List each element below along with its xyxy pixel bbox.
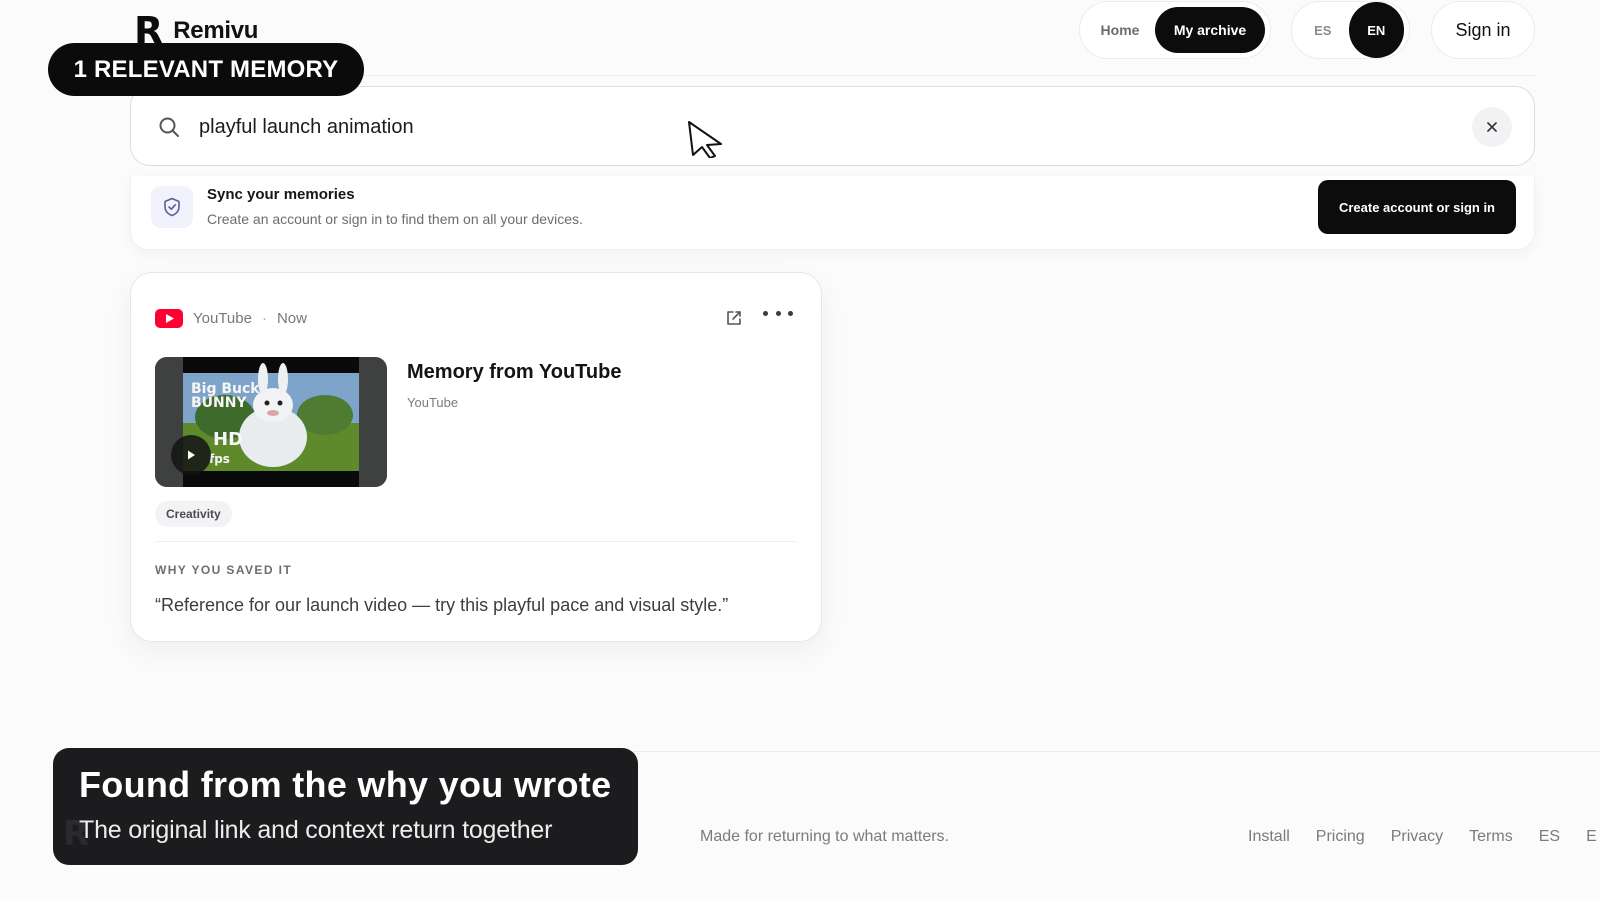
why-label: WHY YOU SAVED IT: [155, 563, 293, 577]
why-text: “Reference for our launch video — try th…: [155, 595, 729, 615]
language-switcher: ES EN: [1291, 1, 1410, 59]
card-source: YouTube: [193, 310, 252, 327]
footer-link-privacy[interactable]: Privacy: [1391, 828, 1443, 846]
play-button[interactable]: [171, 435, 211, 475]
sync-subtitle: Create an account or sign in to find the…: [207, 211, 583, 227]
footer-link-terms[interactable]: Terms: [1469, 828, 1513, 846]
nav-home[interactable]: Home: [1085, 7, 1155, 53]
search-bar: [130, 86, 1535, 166]
sync-banner: Sync your memories Create an account or …: [130, 176, 1535, 250]
card-divider: [155, 541, 797, 542]
play-icon: [188, 450, 195, 460]
tag-creativity[interactable]: Creativity: [155, 501, 232, 527]
footer-link-es[interactable]: ES: [1539, 828, 1560, 846]
thumbnail-title-2: BUNNY: [191, 395, 247, 411]
mouse-cursor-icon: [688, 121, 722, 158]
external-link-icon[interactable]: [725, 309, 743, 327]
footer-tagline: Made for returning to what matters.: [700, 828, 949, 845]
footer-link-install[interactable]: Install: [1248, 828, 1290, 846]
nav-my-archive[interactable]: My archive: [1155, 7, 1265, 53]
caption-title: Found from the why you wrote: [79, 764, 612, 805]
memory-title[interactable]: Memory from YouTube: [407, 361, 621, 384]
sync-title: Sync your memories: [207, 186, 355, 203]
source-separator: ·: [261, 310, 267, 327]
thumbnail-hd: HD: [213, 429, 243, 450]
footer-link-en[interactable]: E: [1586, 828, 1597, 846]
card-source-row: YouTube · Now: [155, 309, 307, 328]
search-icon: [159, 117, 179, 137]
caption-overlay: R Found from the why you wrote The origi…: [53, 748, 638, 865]
create-account-button[interactable]: Create account or sign in: [1318, 180, 1516, 234]
memory-subtitle: YouTube: [407, 395, 459, 410]
card-time: Now: [276, 310, 307, 327]
lang-es-button[interactable]: ES: [1297, 7, 1349, 53]
shield-icon: [151, 186, 193, 228]
sign-in-button[interactable]: Sign in: [1437, 7, 1529, 53]
brand-name: Remivu: [173, 17, 259, 44]
youtube-icon: [155, 309, 183, 328]
video-thumbnail[interactable]: Big Buck BUNNY HD fps: [155, 357, 387, 487]
relevant-memory-badge: 1 RELEVANT MEMORY: [48, 43, 364, 96]
main-nav: Home My archive: [1079, 1, 1271, 59]
search-input[interactable]: [199, 107, 1399, 147]
lang-en-button[interactable]: EN: [1348, 2, 1404, 58]
footer-divider: [600, 751, 1600, 752]
thumbnail-fps: fps: [209, 452, 230, 466]
footer-link-pricing[interactable]: Pricing: [1316, 828, 1365, 846]
footer-links: Install Pricing Privacy Terms ES E: [1248, 828, 1597, 846]
memory-card[interactable]: YouTube · Now Big Buck BUNNY HD fps Memo…: [130, 272, 822, 642]
caption-subtitle: The original link and context return tog…: [79, 816, 553, 844]
clear-search-button[interactable]: [1472, 107, 1512, 147]
more-options-icon[interactable]: [763, 303, 793, 323]
close-icon: [1487, 122, 1497, 132]
sign-in-pill: Sign in: [1431, 1, 1535, 59]
